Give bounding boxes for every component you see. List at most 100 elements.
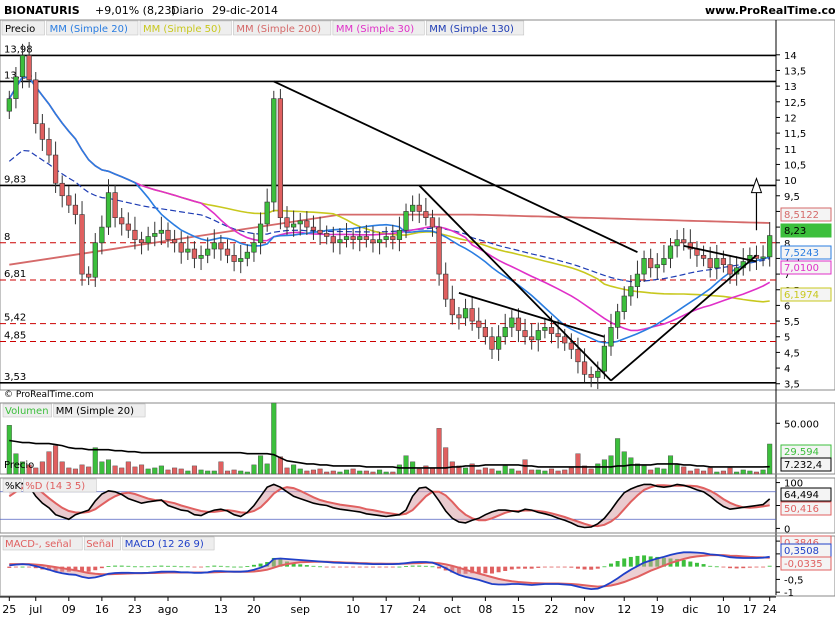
volume-bar: [390, 471, 396, 475]
candle-up: [244, 251, 250, 259]
stoch-fill-area: [9, 483, 770, 528]
macd-histogram-bar: [589, 566, 594, 570]
candle-up: [6, 98, 12, 112]
volume-bar: [734, 471, 740, 475]
candle-up: [403, 211, 409, 231]
candle-down: [416, 204, 422, 212]
price-tick-label: 14: [784, 51, 797, 62]
price-tick-label: 6: [784, 301, 790, 312]
candle-down: [26, 55, 32, 81]
macd-histogram-bar: [86, 566, 91, 572]
candle-down: [330, 236, 336, 244]
macd-histogram-bar: [218, 565, 223, 567]
candle-up: [509, 317, 515, 328]
candle-down: [138, 239, 145, 244]
x-axis-label: 24: [763, 603, 777, 616]
volume-bar: [681, 466, 687, 475]
macd-histogram-bar: [410, 565, 415, 567]
macd-histogram-bar: [99, 566, 104, 569]
price-value-tag-text: 8,5122: [784, 210, 819, 221]
candle-up: [291, 223, 297, 228]
volume-bar: [152, 467, 158, 475]
volume-bar: [145, 468, 151, 475]
candle-down: [423, 211, 429, 218]
volume-bar: [218, 461, 224, 475]
macd-histogram-bar: [708, 565, 713, 567]
candle-down: [310, 226, 317, 231]
candle-down: [317, 229, 323, 234]
macd-histogram-bar: [232, 566, 237, 568]
candle-up: [211, 242, 217, 250]
x-axis-label: 09: [62, 603, 76, 616]
price-value-tag-text: 7,5243: [784, 248, 819, 259]
volume-bar: [555, 470, 561, 475]
level-label: 13,98: [4, 44, 33, 55]
macd-histogram-bar: [324, 566, 329, 568]
candle-down: [231, 254, 237, 262]
macd-histogram-bar: [556, 566, 561, 568]
volume-bar: [244, 471, 250, 475]
copyright-label: © ProRealTime.com: [4, 390, 94, 400]
volume-bar: [264, 463, 270, 475]
candle-up: [297, 220, 303, 225]
candle-down: [390, 236, 396, 240]
candle-up: [396, 229, 403, 240]
candle-down: [370, 239, 376, 244]
candle-down: [436, 226, 442, 275]
candle-up: [601, 345, 608, 372]
volume-bar: [297, 468, 303, 475]
macd-histogram-bar: [595, 566, 600, 569]
stoch-value-tag-text: 64,494: [784, 490, 819, 501]
macd-histogram-bar: [562, 566, 567, 568]
volume-bar: [720, 470, 726, 475]
volume-bar: [542, 470, 548, 475]
candle-up: [535, 330, 541, 341]
volume-bar: [251, 464, 257, 475]
macd-histogram-bar: [423, 565, 428, 567]
candle-down: [648, 258, 654, 269]
macd-histogram-bar: [27, 566, 32, 568]
x-axis-label: dic: [682, 603, 698, 616]
volume-bar: [701, 470, 707, 475]
volume-bar: [66, 467, 72, 475]
macd-histogram-bar: [681, 560, 686, 567]
volume-bar: [99, 461, 105, 475]
candle-up: [185, 248, 191, 253]
macd-histogram-bar: [516, 566, 521, 569]
volume-bar: [575, 453, 581, 475]
macd-histogram-bar: [13, 566, 18, 568]
volume-value-tag-text: 29.594: [784, 447, 819, 458]
macd-value-tag-text: -0,0335: [784, 559, 823, 570]
price-tick-label: 11: [784, 145, 797, 156]
volume-bar: [760, 469, 766, 475]
price-tick-label: 5: [784, 333, 790, 344]
macd-histogram-bar: [139, 566, 144, 568]
macd-histogram-bar: [185, 566, 190, 568]
volume-bar: [363, 470, 369, 475]
candle-up: [621, 295, 627, 312]
price-tick-label: 13: [784, 82, 797, 93]
volume-bar: [443, 447, 449, 475]
macd-histogram-bar: [761, 566, 766, 568]
macd-histogram-bar: [304, 565, 309, 567]
volume-bar: [767, 443, 773, 475]
volume-bar: [79, 464, 85, 475]
volume-bar: [753, 471, 759, 475]
macd-histogram-bar: [536, 566, 541, 568]
macd-histogram-bar: [119, 565, 124, 567]
macd-histogram-bar: [747, 566, 752, 568]
candle-down: [52, 154, 59, 184]
price-tick-label: 4: [784, 364, 790, 375]
volume-bar: [337, 471, 343, 475]
volume-bar: [621, 451, 627, 475]
candle-up: [343, 236, 350, 240]
volume-bar: [476, 469, 482, 475]
price-legend-item: Precio: [5, 24, 35, 35]
macd-histogram-bar: [741, 566, 746, 569]
volume-bar: [674, 464, 680, 475]
candle-down: [119, 217, 125, 225]
x-axis-label: ago: [158, 603, 179, 616]
volume-bar: [310, 469, 316, 475]
price-tick-label: 5,5: [784, 317, 800, 328]
level-label: 8: [4, 232, 10, 243]
